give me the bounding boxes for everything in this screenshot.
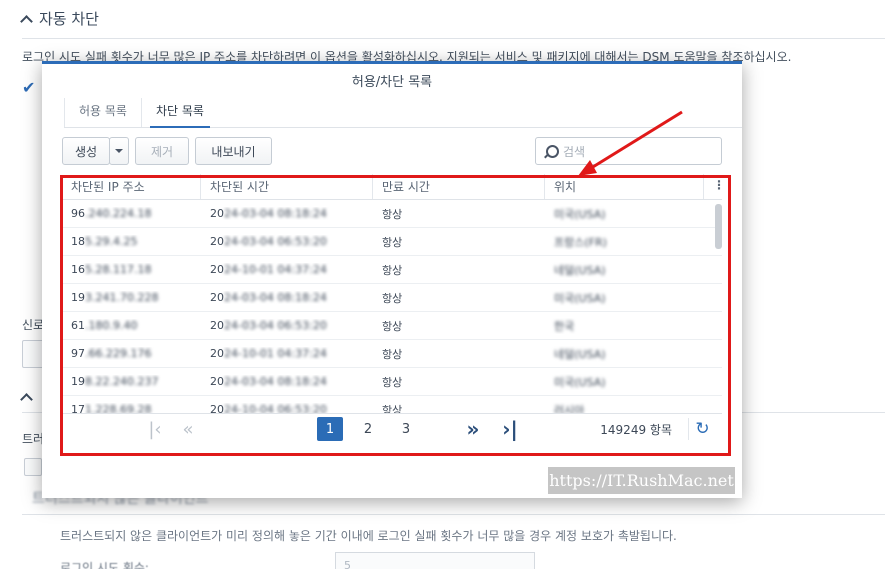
remove-button[interactable]: 제거 — [135, 137, 189, 165]
background-label-fragment-2: 트러 — [22, 432, 45, 446]
login-attempts-label: 로그인 시도 횟수: — [60, 561, 149, 569]
trust-checkbox[interactable] — [24, 458, 42, 476]
divider — [22, 514, 885, 515]
enable-auto-block-checkbox[interactable]: ✔ — [22, 80, 40, 98]
section-title: 자동 차단 — [39, 10, 99, 28]
login-attempts-input[interactable]: 5 — [335, 552, 535, 569]
section-header[interactable]: 자동 차단 — [20, 8, 99, 29]
untrusted-client-info: 트러스트되지 않은 클라이언트가 미리 정의해 놓은 기간 이내에 로그인 실패… — [60, 529, 677, 543]
divider — [22, 38, 885, 39]
tab-bar: 허용 목록 차단 목록 — [64, 98, 742, 128]
background-label-fragment: 신로 — [22, 318, 45, 332]
tab-block-list[interactable]: 차단 목록 — [140, 98, 218, 128]
search-icon — [544, 144, 559, 158]
create-button[interactable]: 생성 — [62, 137, 110, 165]
background-button-fragment[interactable] — [22, 340, 44, 368]
tab-allow-list[interactable]: 허용 목록 — [64, 98, 141, 127]
create-dropdown-button[interactable] — [109, 137, 129, 165]
chevron-up-icon — [20, 14, 33, 28]
dialog-title: 허용/차단 목록 — [351, 75, 433, 90]
chevron-up-icon — [20, 393, 33, 406]
search-placeholder: 검색 — [563, 144, 586, 159]
export-button[interactable]: 내보내기 — [195, 137, 272, 165]
caret-down-icon — [115, 149, 123, 153]
watermark: https://IT.RushMac.net — [548, 467, 735, 494]
section-header-2[interactable] — [20, 390, 33, 406]
toolbar: 생성 제거 내보내기 검색 — [62, 137, 722, 165]
annotation-highlight-box — [60, 175, 731, 456]
search-field[interactable]: 검색 — [535, 137, 722, 165]
